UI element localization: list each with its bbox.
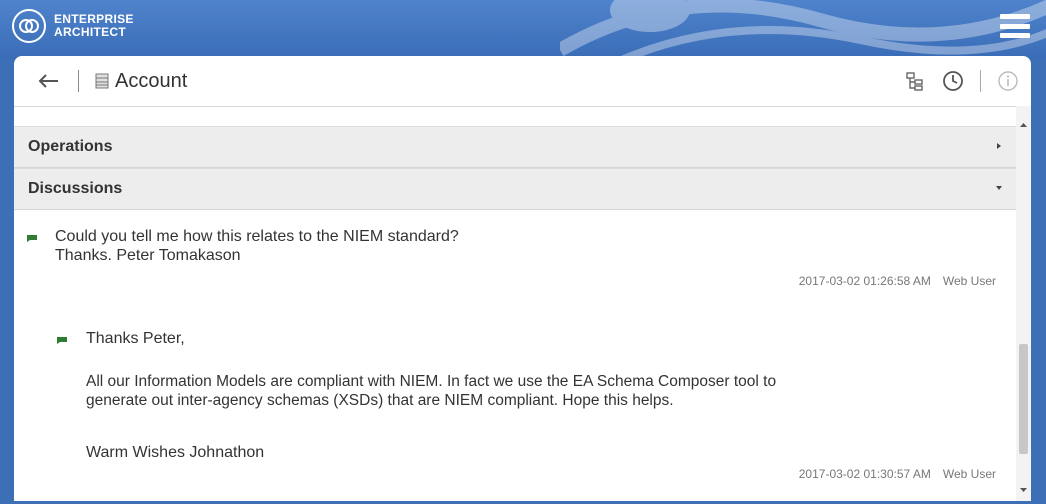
- vertical-scrollbar[interactable]: [1016, 106, 1031, 501]
- reply-signoff: Warm Wishes Johnathon: [86, 444, 265, 461]
- scroll-down-icon[interactable]: [1020, 487, 1027, 493]
- scrollbar-thumb[interactable]: [1019, 344, 1028, 454]
- back-arrow-icon[interactable]: [36, 69, 60, 93]
- panel-header: Account: [14, 56, 1031, 107]
- chevron-down-icon: [996, 186, 1002, 190]
- reply-user: Web User: [942, 467, 996, 481]
- brand-name: ENTERPRISE ARCHITECT: [54, 13, 134, 39]
- app-header-bar: ENTERPRISE ARCHITECT: [0, 0, 1046, 58]
- comment-timestamp: 2017-03-02 01:26:58 AM: [798, 274, 931, 288]
- section-label: Operations: [28, 138, 113, 155]
- reply-line: All our Information Models are compliant…: [86, 373, 777, 390]
- brand-line-2: ARCHITECT: [54, 25, 127, 39]
- comment-user: Web User: [942, 274, 996, 288]
- section-label: Discussions: [28, 180, 123, 197]
- main-panel: Account Operations Discussions Could you…: [14, 56, 1031, 501]
- hierarchy-icon[interactable]: [902, 68, 928, 94]
- chevron-right-icon: [997, 143, 1001, 149]
- hamburger-menu-icon[interactable]: [1000, 14, 1030, 38]
- header-actions: [902, 68, 1021, 94]
- reply-body: All our Information Models are compliant…: [86, 372, 1016, 410]
- comment-line: Thanks. Peter Tomakason: [55, 247, 241, 264]
- logo-icon: [12, 9, 46, 43]
- clock-icon[interactable]: [940, 68, 966, 94]
- comment-bubble-icon: [57, 337, 67, 344]
- info-icon[interactable]: [995, 68, 1021, 94]
- reply-greeting: Thanks Peter,: [86, 330, 185, 347]
- decorative-swirl: [560, 0, 1046, 58]
- page-title: Account: [115, 69, 188, 92]
- comment-meta: 2017-03-02 01:26:58 AM Web User: [799, 274, 996, 288]
- comment-text: Could you tell me how this relates to th…: [55, 227, 459, 265]
- comment-bubble-icon: [27, 235, 37, 242]
- reply-meta: 2017-03-02 01:30:57 AM Web User: [799, 467, 996, 481]
- section-operations[interactable]: Operations: [14, 126, 1016, 168]
- comment-line: Could you tell me how this relates to th…: [55, 228, 459, 245]
- section-discussions[interactable]: Discussions: [14, 168, 1016, 210]
- header-divider: [980, 70, 981, 92]
- reply-timestamp: 2017-03-02 01:30:57 AM: [798, 467, 931, 481]
- app-logo: ENTERPRISE ARCHITECT: [12, 9, 134, 43]
- header-divider: [78, 70, 79, 92]
- scroll-up-icon[interactable]: [1020, 122, 1027, 128]
- discussion-list: Could you tell me how this relates to th…: [14, 212, 1016, 501]
- reply-line: generate out inter-agency schemas (XSDs)…: [86, 392, 674, 409]
- element-icon: [95, 73, 109, 89]
